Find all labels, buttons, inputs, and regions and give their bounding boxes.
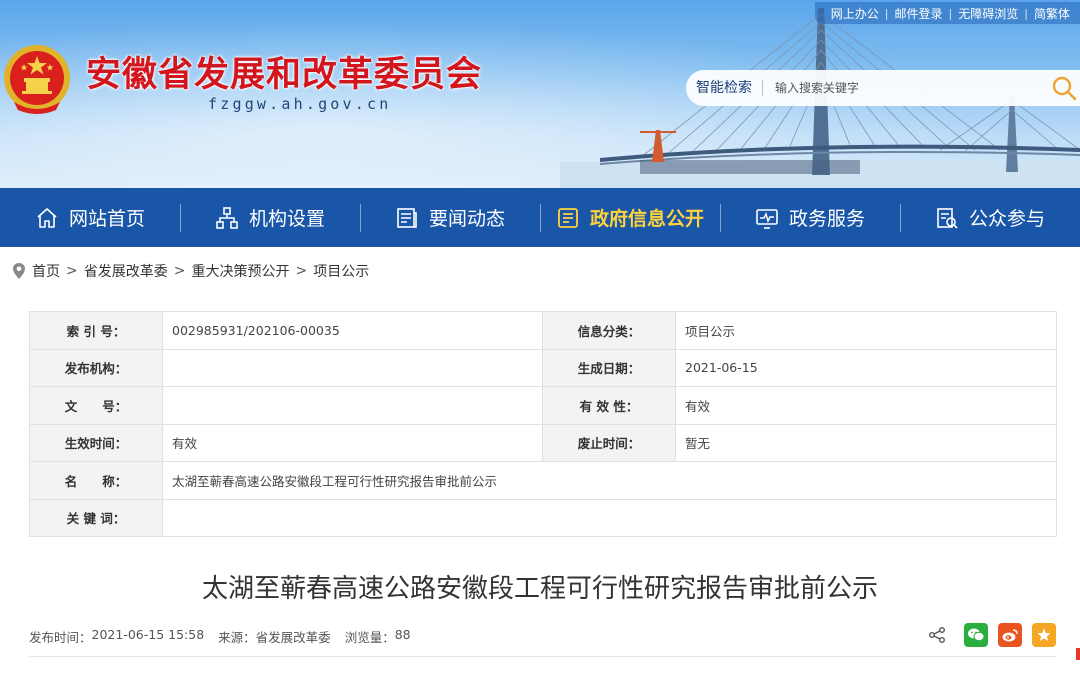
email-login-link[interactable]: 邮件登录 — [889, 5, 949, 22]
nav-item-news[interactable]: 要闻动态 — [360, 188, 540, 247]
favorite-button[interactable] — [1032, 623, 1056, 647]
document-info-table: 索 引 号： 002985931/202106-00035 信息分类： 项目公示… — [29, 311, 1057, 537]
site-header: 网上办公 | 邮件登录 | 无障碍浏览 | 简繁体 安徽省发展和改革委员会 fz… — [0, 0, 1080, 188]
nav-label: 政务服务 — [788, 208, 865, 230]
effective-time-label: 生效时间： — [29, 423, 163, 462]
expiry-time-label: 废止时间： — [542, 423, 676, 462]
nav-item-organization[interactable]: 机构设置 — [180, 188, 360, 247]
monitor-icon — [756, 208, 778, 229]
table-row: 关 键 词： — [29, 498, 1057, 537]
publish-time-label: 发布时间： — [29, 630, 92, 645]
publisher-value — [162, 348, 543, 387]
index-number-label: 索 引 号： — [29, 311, 163, 350]
weibo-icon — [1002, 629, 1018, 642]
effective-time-value: 有效 — [162, 423, 543, 462]
share-icon — [929, 627, 945, 643]
separator: | — [1024, 6, 1028, 20]
location-pin-icon — [13, 263, 25, 279]
index-number-value: 002985931/202106-00035 — [162, 311, 543, 350]
search-icon[interactable] — [1050, 74, 1078, 102]
nav-item-participation[interactable]: 公众参与 — [900, 188, 1080, 247]
accessibility-link[interactable]: 无障碍浏览 — [952, 5, 1024, 22]
nav-label: 政府信息公开 — [589, 208, 704, 230]
nav-item-info-disclosure[interactable]: 政府信息公开 — [540, 188, 720, 247]
views-value: 88 — [394, 627, 411, 642]
article-meta: 发布时间： 2021-06-15 15:58 来源： 省发展改革委 浏览量： 8… — [29, 627, 425, 646]
breadcrumb: 首页 > 省发展改革委 > 重大决策预公开 > 项目公示 — [12, 261, 369, 281]
wechat-icon — [968, 628, 985, 642]
national-emblem-icon — [4, 45, 70, 114]
site-title: 安徽省发展和改革委员会 — [86, 55, 483, 95]
table-row: 生效时间： 有效 废止时间： 暂无 — [29, 423, 1057, 462]
generated-date-value: 2021-06-15 — [675, 348, 1057, 387]
breadcrumb-separator: > — [173, 263, 186, 279]
category-label: 信息分类： — [542, 311, 676, 350]
publish-time-value: 2021-06-15 15:58 — [91, 627, 205, 642]
document-number-label: 文 号： — [29, 386, 163, 425]
publisher-label: 发布机构： — [29, 348, 163, 387]
search-bar: 智能检索 — [686, 70, 1080, 106]
simplified-traditional-link[interactable]: 简繁体 — [1028, 5, 1076, 22]
validity-value: 有效 — [675, 386, 1057, 425]
article-title: 太湖至蕲春高速公路安徽段工程可行性研究报告审批前公示 — [201, 574, 878, 604]
validity-label: 有 效 性： — [542, 386, 676, 425]
nav-label: 公众参与 — [968, 208, 1045, 230]
keywords-label: 关 键 词： — [29, 498, 163, 537]
share-bar — [928, 623, 1056, 647]
search-input[interactable] — [763, 81, 1033, 95]
table-row: 发布机构： 生成日期： 2021-06-15 — [29, 348, 1057, 387]
breadcrumb-project-notice[interactable]: 项目公示 — [313, 261, 369, 281]
favorite-icon — [1037, 628, 1051, 641]
org-chart-icon — [216, 206, 238, 229]
views-label: 浏览量： — [344, 630, 395, 645]
side-float-tab[interactable] — [1076, 648, 1080, 660]
generated-date-label: 生成日期： — [542, 348, 676, 387]
breadcrumb-home[interactable]: 首页 — [32, 261, 60, 281]
breadcrumb-decision-preview[interactable]: 重大决策预公开 — [191, 261, 289, 281]
separator: | — [884, 6, 889, 20]
expiry-time-value: 暂无 — [675, 423, 1057, 462]
news-icon — [397, 207, 417, 228]
online-office-link[interactable]: 网上办公 — [825, 5, 885, 22]
content-divider — [29, 656, 1056, 657]
info-disclosure-icon — [558, 207, 578, 228]
document-name-value: 太湖至蕲春高速公路安徽段工程可行性研究报告审批前公示 — [162, 461, 1057, 500]
weibo-share-button[interactable] — [998, 623, 1022, 647]
document-name-label: 名 称： — [29, 461, 163, 500]
keywords-value — [162, 498, 1057, 537]
separator: | — [948, 6, 953, 20]
nav-label: 网站首页 — [68, 208, 145, 230]
breadcrumb-separator: > — [66, 263, 78, 279]
top-links-bar: 网上办公 | 邮件登录 | 无障碍浏览 | 简繁体 — [814, 2, 1080, 24]
document-number-value — [162, 386, 543, 425]
home-icon — [37, 207, 57, 228]
breadcrumb-commission[interactable]: 省发展改革委 — [84, 261, 168, 281]
nav-label: 要闻动态 — [428, 208, 505, 230]
category-value: 项目公示 — [675, 311, 1057, 350]
wechat-share-button[interactable] — [964, 623, 988, 647]
table-row: 文 号： 有 效 性： 有效 — [29, 386, 1057, 425]
smart-search-label[interactable]: 智能检索 — [686, 80, 763, 96]
table-row: 索 引 号： 002985931/202106-00035 信息分类： 项目公示 — [29, 311, 1057, 350]
nav-item-home[interactable]: 网站首页 — [0, 188, 180, 247]
breadcrumb-separator: > — [295, 263, 308, 279]
source-value: 省发展改革委 — [255, 630, 331, 645]
site-domain: fzggw.ah.gov.cn — [208, 95, 392, 113]
nav-label: 机构设置 — [248, 208, 325, 230]
main-nav: 网站首页 机构设置 要闻动态 政府信息公开 政务服务 公众参与 — [0, 188, 1080, 247]
participation-icon — [937, 207, 958, 229]
nav-item-services[interactable]: 政务服务 — [720, 188, 900, 247]
source-label: 来源： — [218, 630, 256, 645]
table-row: 名 称： 太湖至蕲春高速公路安徽段工程可行性研究报告审批前公示 — [29, 461, 1057, 500]
